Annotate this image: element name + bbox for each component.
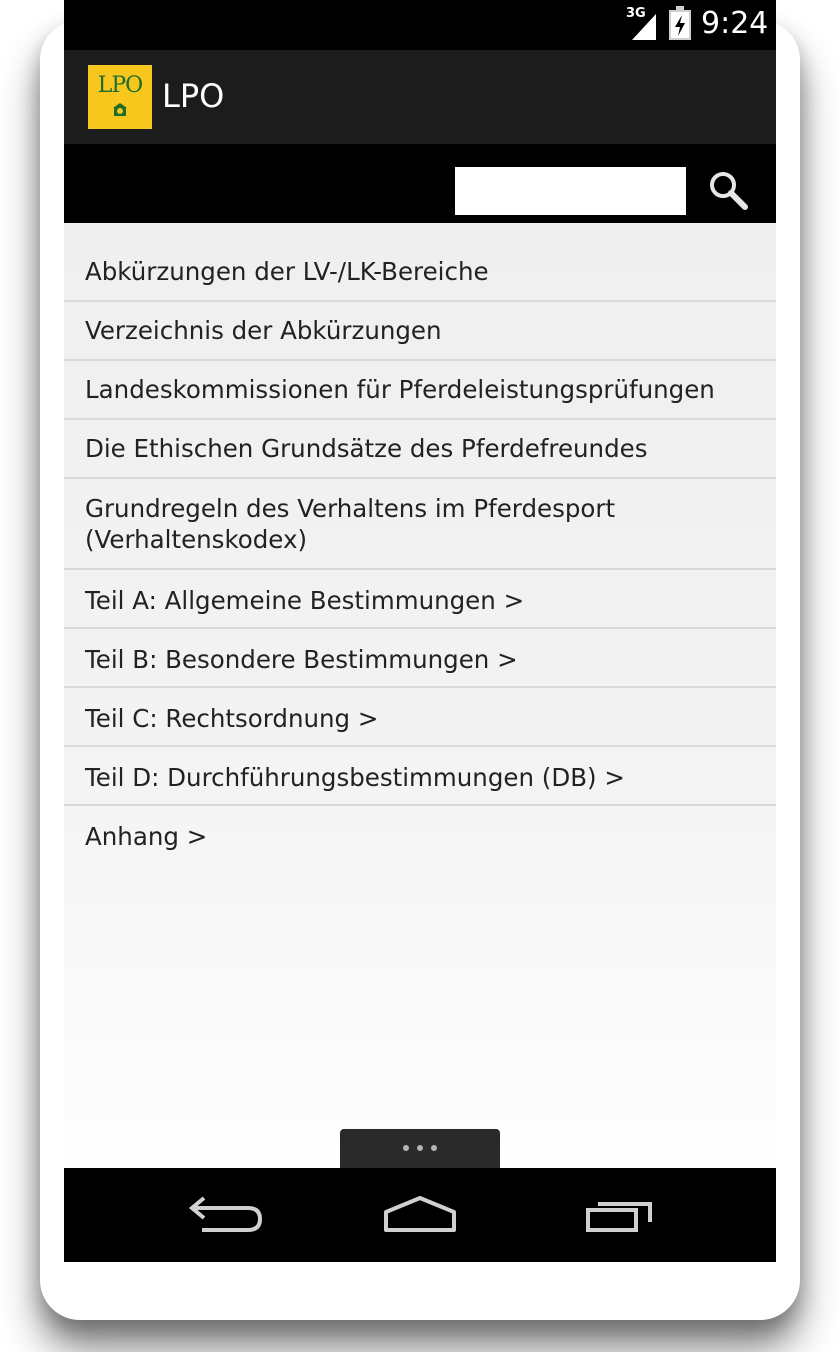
clock: 9:24 (701, 6, 769, 41)
app-logo[interactable]: LPO (88, 65, 152, 129)
recents-icon[interactable] (570, 1188, 670, 1242)
search-icon[interactable] (704, 166, 754, 216)
list-item-teil-b[interactable]: Teil B: Besondere Bestimmungen > (64, 644, 776, 675)
list-item-verzeichnis-abkuerzungen[interactable]: Verzeichnis der Abkürzungen (64, 315, 776, 346)
navigation-bar (64, 1168, 776, 1262)
list-item-verhaltenskodex[interactable]: Grundregeln des Verhaltens im Pferdespor… (64, 493, 776, 555)
list-item-teil-c[interactable]: Teil C: Rechtsordnung > (64, 703, 776, 734)
phone-screen: 3G 9:24 LPO LPO Abkürzungen der LV-/LK-B… (64, 0, 776, 1262)
list-divider (64, 477, 776, 479)
list-divider (64, 745, 776, 747)
list-item-teil-a[interactable]: Teil A: Allgemeine Bestimmungen > (64, 585, 776, 616)
list-item-landeskommissionen[interactable]: Landeskommissionen für Pferdeleistungspr… (64, 374, 776, 405)
list-divider (64, 418, 776, 420)
signal-icon (632, 14, 656, 40)
page: 3G 9:24 LPO LPO Abkürzungen der LV-/LK-B… (0, 0, 840, 1352)
list-divider (64, 300, 776, 302)
list-divider (64, 804, 776, 806)
list-divider (64, 686, 776, 688)
status-bar: 3G 9:24 (64, 0, 776, 50)
horse-emblem-icon (113, 103, 127, 116)
overflow-dot (417, 1145, 423, 1151)
search-input[interactable] (455, 167, 686, 215)
app-bar: LPO LPO (64, 50, 776, 144)
list-divider (64, 568, 776, 570)
list-item-anhang[interactable]: Anhang > (64, 821, 776, 852)
list-item-teil-d[interactable]: Teil D: Durchführungsbestimmungen (DB) > (64, 762, 776, 793)
list-divider (64, 627, 776, 629)
back-icon[interactable] (172, 1188, 272, 1242)
app-title: LPO (162, 77, 225, 115)
search-bar (64, 144, 776, 223)
app-logo-text: LPO (97, 73, 143, 98)
battery-charging-icon (669, 6, 691, 40)
list-divider (64, 359, 776, 361)
overflow-dot (403, 1145, 409, 1151)
home-icon[interactable] (370, 1188, 470, 1242)
list-item-ethische-grundsaetze[interactable]: Die Ethischen Grundsätze des Pferdefreun… (64, 433, 776, 464)
list-item-abkuerzungen-lv-lk[interactable]: Abkürzungen der LV-/LK-Bereiche (64, 256, 776, 287)
overflow-dot (431, 1145, 437, 1151)
overflow-menu-button[interactable] (340, 1129, 500, 1168)
menu-list: Abkürzungen der LV-/LK-Bereiche Verzeich… (64, 223, 776, 1168)
